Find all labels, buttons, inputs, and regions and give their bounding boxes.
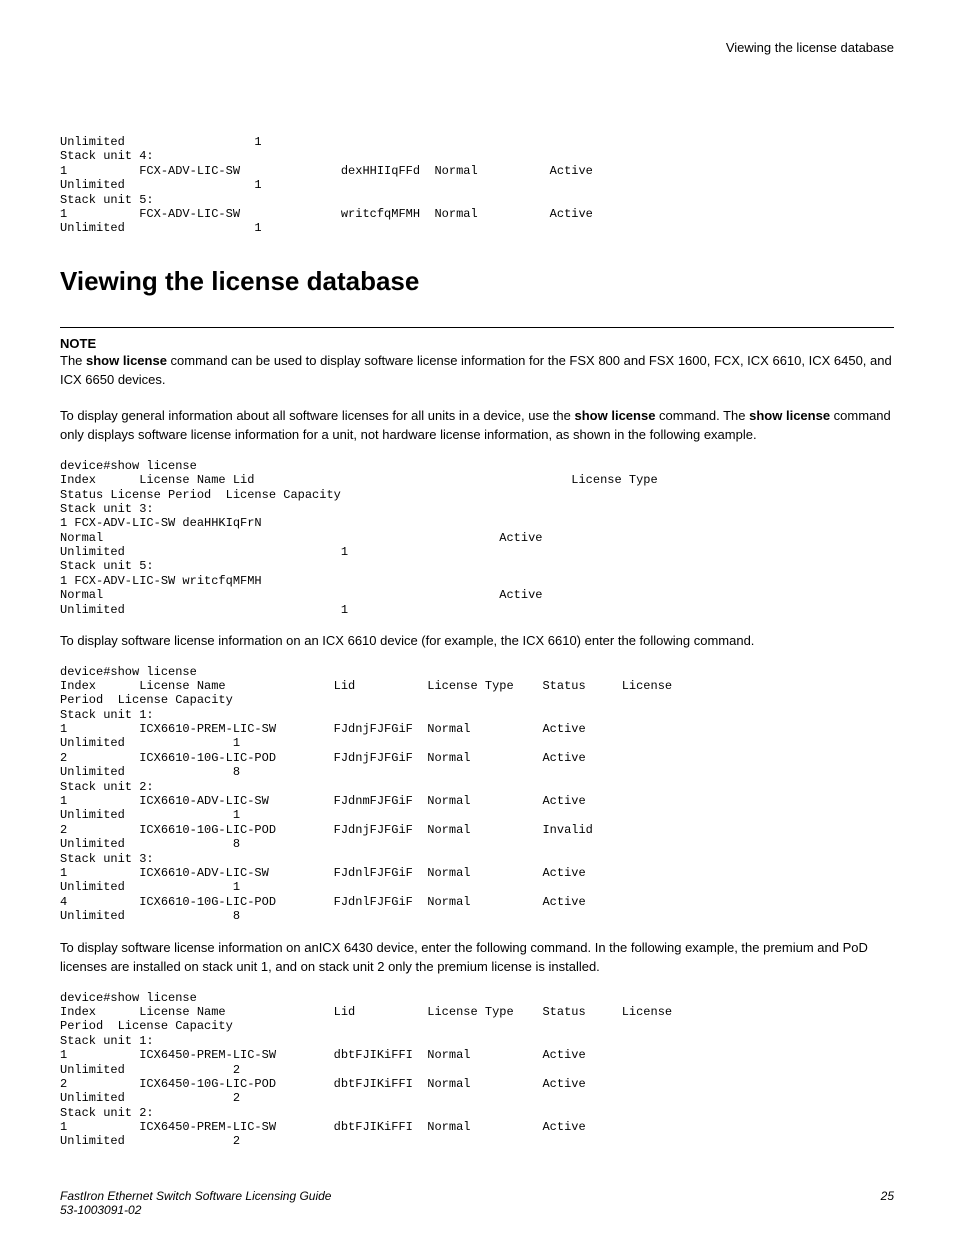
note-text: The show license command can be used to … (60, 351, 894, 390)
footer-title: FastIron Ethernet Switch Software Licens… (60, 1189, 331, 1203)
code-block-4: device#show license Index License Name L… (60, 991, 894, 1149)
code-block-2: device#show license Index License Name L… (60, 459, 894, 617)
note-prefix: The (60, 353, 86, 368)
note-suffix: command can be used to display software … (60, 353, 892, 388)
footer-left: FastIron Ethernet Switch Software Licens… (60, 1189, 331, 1217)
note-bold-cmd: show license (86, 353, 167, 368)
note-label: NOTE (60, 336, 894, 351)
paragraph-2: To display software license information … (60, 631, 894, 651)
code-block-1: Unlimited 1 Stack unit 4: 1 FCX-ADV-LIC-… (60, 135, 894, 236)
para1-b1: show license (575, 408, 656, 423)
code-block-3: device#show license Index License Name L… (60, 665, 894, 924)
footer-page-number: 25 (881, 1189, 894, 1217)
para1-t2: command. The (655, 408, 749, 423)
para1-t1: To display general information about all… (60, 408, 575, 423)
paragraph-1: To display general information about all… (60, 406, 894, 445)
paragraph-3: To display software license information … (60, 938, 894, 977)
page-header-section: Viewing the license database (60, 40, 894, 55)
para1-b2: show license (749, 408, 830, 423)
note-box: NOTE The show license command can be use… (60, 327, 894, 390)
page-heading: Viewing the license database (60, 266, 894, 297)
footer-docnum: 53-1003091-02 (60, 1203, 141, 1217)
page-footer: FastIron Ethernet Switch Software Licens… (60, 1189, 894, 1217)
